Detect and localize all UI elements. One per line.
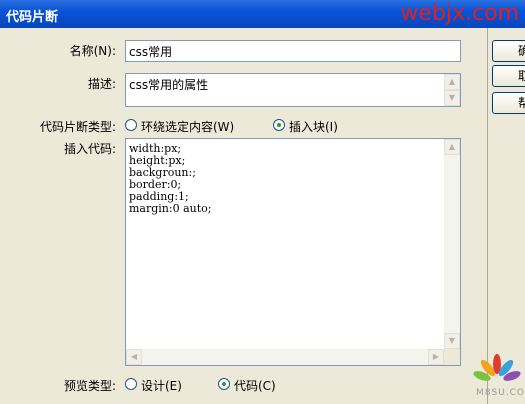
flower-logo-icon [473, 354, 521, 381]
help-button[interactable]: 帮 [492, 92, 525, 114]
description-label: 描述: [87, 77, 116, 91]
scroll-up-icon[interactable]: ▲ [444, 74, 460, 90]
m8su-logo-text: M8SU.COM [476, 388, 525, 398]
description-value: css常用的属性 [129, 78, 209, 92]
design-label[interactable]: 设计(E) [141, 377, 182, 394]
insert-code-label: 插入代码: [63, 142, 116, 156]
scroll-up-icon[interactable]: ▲ [444, 139, 460, 155]
cancel-button[interactable]: 取 [492, 65, 525, 87]
name-input-value: css常用 [129, 45, 173, 59]
code-value: width:px; height:px; backgroun:; border:… [129, 142, 212, 215]
code-vertical-scrollbar[interactable]: ▲ ▼ [444, 139, 460, 349]
ok-button[interactable]: 确 [492, 40, 525, 62]
scroll-corner [444, 349, 460, 365]
description-textarea[interactable]: css常用的属性 ▲ ▼ [125, 73, 461, 107]
wrap-selection-label[interactable]: 环绕选定内容(W) [141, 118, 234, 135]
insert-block-label[interactable]: 插入块(I) [289, 118, 338, 135]
preview-type-label: 预览类型: [63, 379, 116, 393]
radio-insert-block[interactable] [273, 119, 285, 131]
snippet-type-label: 代码片断类型: [39, 120, 116, 134]
window-title: 代码片断 [6, 10, 59, 25]
description-scrollbar[interactable]: ▲ ▼ [444, 74, 460, 106]
name-input[interactable]: css常用 [125, 40, 461, 62]
radio-wrap-selection[interactable] [125, 119, 137, 131]
radio-design[interactable] [125, 378, 137, 390]
watermark-text: webjx.com [400, 1, 519, 26]
code-label[interactable]: 代码(C) [234, 377, 276, 394]
scroll-down-icon[interactable]: ▼ [444, 90, 460, 106]
scroll-right-icon[interactable]: ▶ [428, 349, 444, 365]
scroll-down-icon[interactable]: ▼ [444, 333, 460, 349]
scroll-left-icon[interactable]: ◀ [126, 349, 142, 365]
button-divider [487, 28, 488, 404]
code-horizontal-scrollbar[interactable]: ◀ ▶ [126, 349, 444, 365]
code-textarea[interactable]: width:px; height:px; backgroun:; border:… [125, 138, 461, 366]
title-bar[interactable]: 代码片断 webjx.com [0, 0, 525, 28]
radio-code[interactable] [218, 378, 230, 390]
name-label: 名称(N): [69, 44, 116, 58]
